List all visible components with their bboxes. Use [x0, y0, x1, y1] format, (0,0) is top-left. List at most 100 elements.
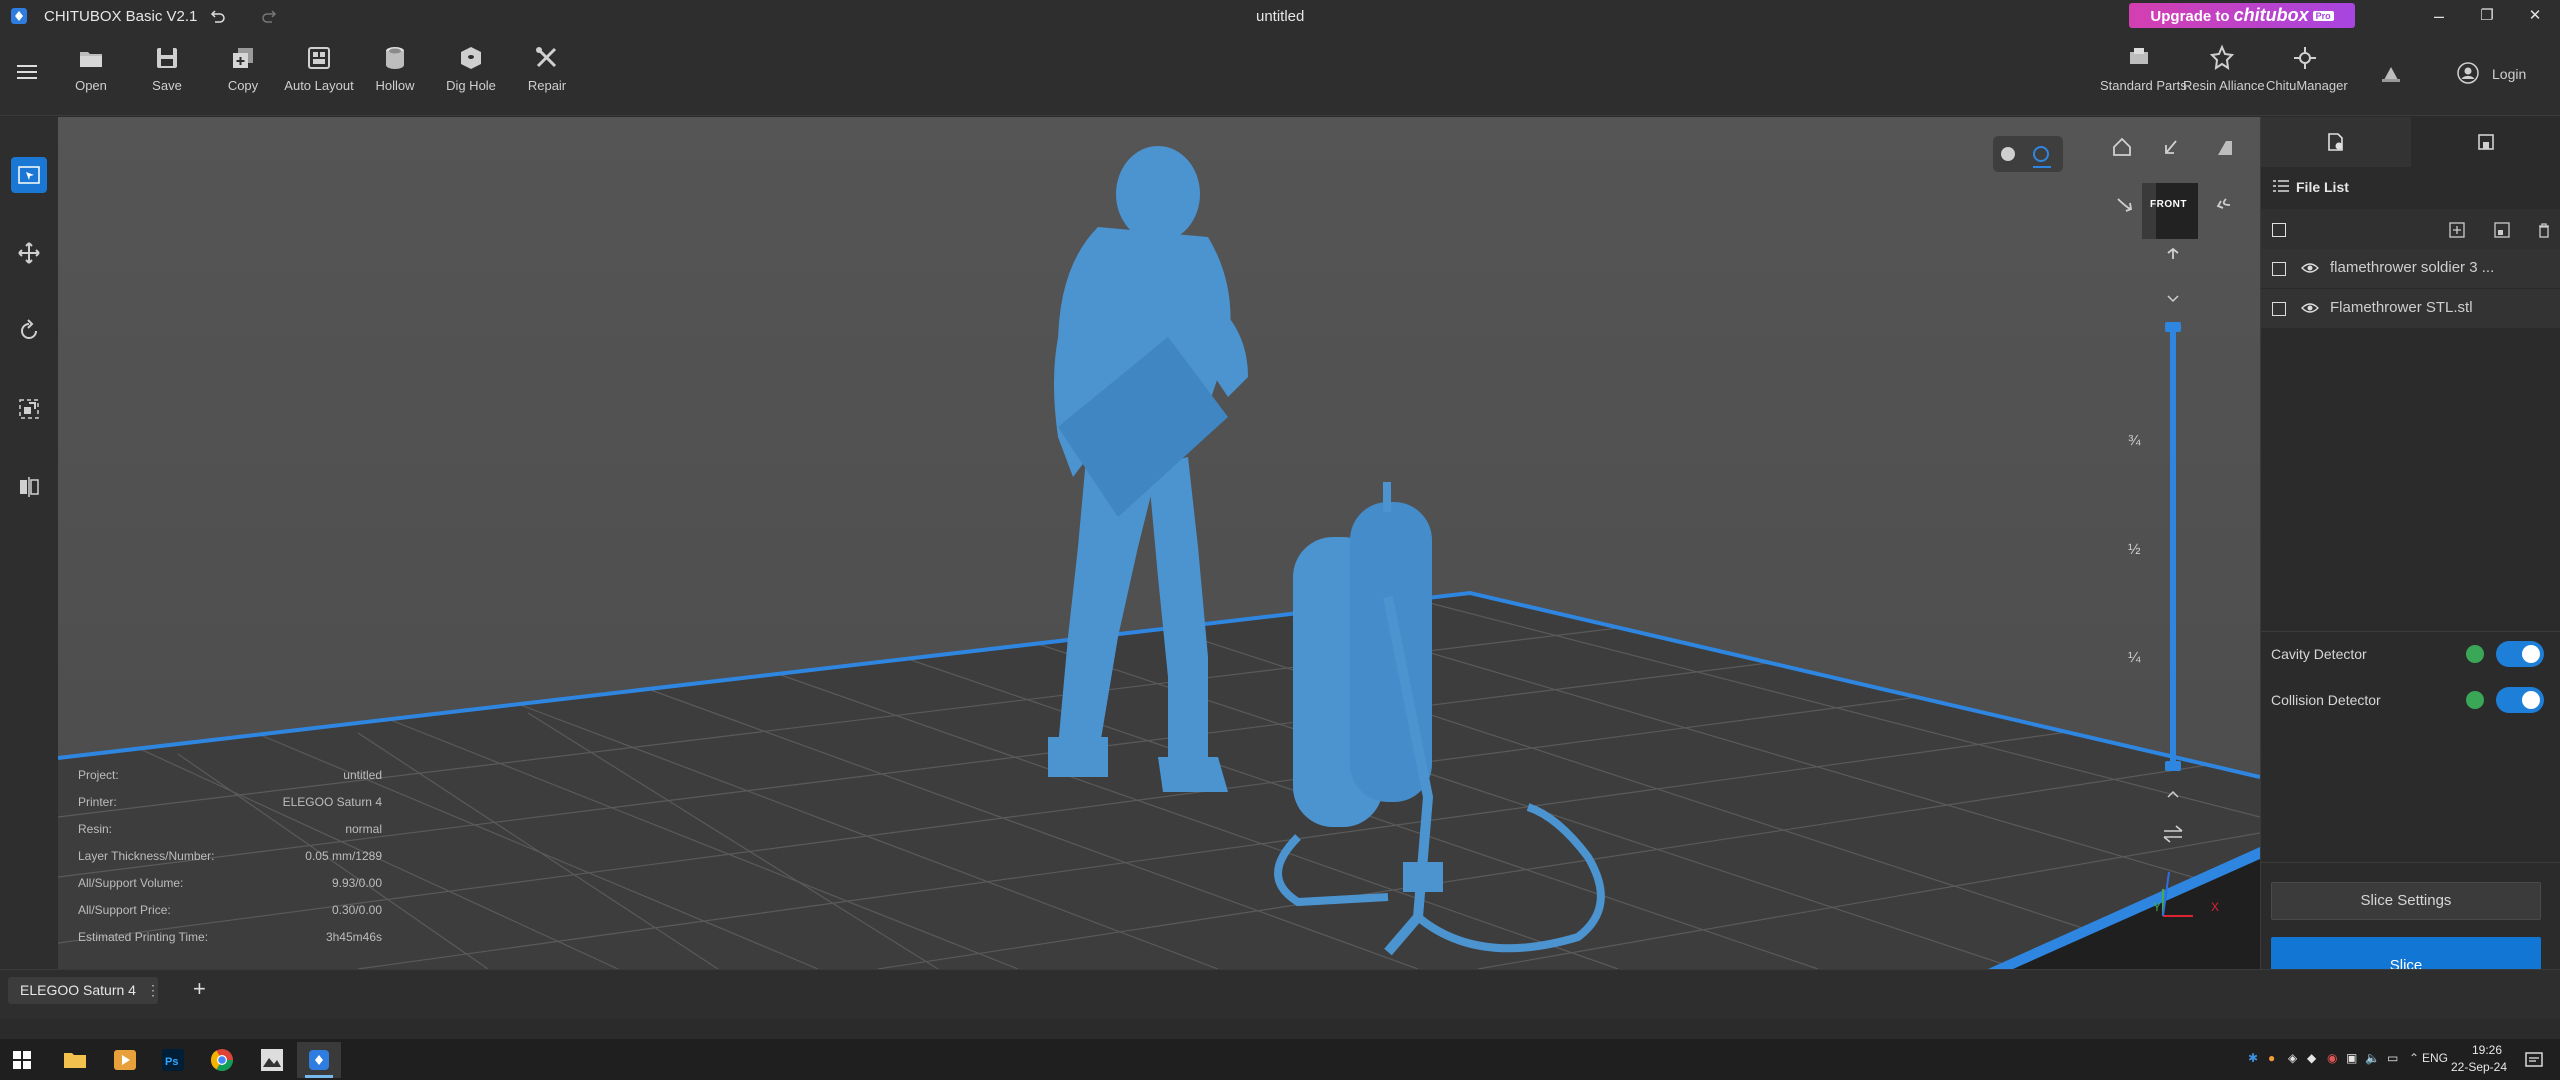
info-row-resin: Resin: normal: [78, 822, 382, 849]
title-bar: CHITUBOX Basic V2.1 untitled Upgrade to c…: [0, 0, 2560, 32]
file-checkbox[interactable]: [2272, 262, 2286, 276]
layer-mark-quarter: ¼: [2128, 649, 2141, 666]
tab-options-icon[interactable]: ⋮: [146, 977, 160, 1004]
eye-icon[interactable]: [2301, 261, 2319, 275]
windows-start-icon[interactable]: [13, 1051, 31, 1069]
tray-chevron-icon[interactable]: ⌃: [2409, 1051, 2419, 1065]
clock-date[interactable]: 22-Sep-24: [2446, 1060, 2512, 1074]
list-icon: [2273, 180, 2289, 192]
dig-hole-button[interactable]: Dig Hole: [433, 44, 509, 93]
info-key: All/Support Volume:: [78, 876, 184, 890]
left-tool-rail: [0, 117, 58, 969]
file-list-title: File List: [2296, 179, 2349, 195]
file-settings-icon: [2328, 133, 2343, 151]
media-player-icon[interactable]: [102, 1042, 146, 1078]
info-value: normal: [345, 822, 382, 836]
upgrade-badge: Pro: [2312, 11, 2334, 21]
tray-app-icon[interactable]: ◆: [2307, 1051, 2316, 1065]
add-file-icon[interactable]: [2449, 222, 2465, 238]
save-button[interactable]: Save: [129, 44, 205, 93]
tray-app-icon[interactable]: ◉: [2327, 1051, 2337, 1065]
printer-tab-bar: ELEGOO Saturn 4 ⋮ +: [0, 969, 2560, 1019]
view-cube-label[interactable]: FRONT: [2150, 199, 2187, 210]
clock-time[interactable]: 19:26: [2462, 1043, 2512, 1057]
minimize-button[interactable]: –: [2416, 0, 2462, 32]
info-value: 3h45m46s: [325, 930, 382, 944]
photoshop-icon[interactable]: Ps: [150, 1042, 194, 1078]
axis-x-label: X: [2211, 900, 2220, 914]
notification-icon[interactable]: [2380, 64, 2402, 84]
mirror-icon: [20, 477, 39, 497]
tray-app-icon[interactable]: ●: [2268, 1051, 2275, 1065]
bluetooth-icon[interactable]: ✱: [2248, 1051, 2258, 1065]
tray-app-icon[interactable]: ▣: [2346, 1051, 2357, 1065]
language-indicator[interactable]: ENG: [2422, 1051, 2448, 1065]
copy-button[interactable]: Copy: [205, 44, 281, 93]
hollow-button[interactable]: Hollow: [357, 44, 433, 93]
select-tool-button[interactable]: [11, 157, 47, 193]
move-icon: [18, 242, 40, 264]
file-checkbox[interactable]: [2272, 302, 2286, 316]
chitu-manager-button[interactable]: ChituManager: [2266, 44, 2348, 93]
maximize-button[interactable]: ❐: [2464, 0, 2510, 32]
user-icon[interactable]: [2457, 62, 2479, 84]
layer-slider-top-handle: [2165, 322, 2181, 332]
cavity-detector-label: Cavity Detector: [2271, 646, 2367, 662]
tray-app-icon[interactable]: ◈: [2288, 1051, 2297, 1065]
open-button[interactable]: Open: [53, 44, 129, 93]
eye-icon[interactable]: [2301, 301, 2319, 315]
undo-icon[interactable]: [209, 8, 225, 24]
info-value: ELEGOO Saturn 4: [282, 795, 382, 809]
repair-button[interactable]: Repair: [509, 44, 585, 93]
tab-file-list[interactable]: [2261, 117, 2411, 167]
login-link[interactable]: Login: [2492, 66, 2526, 82]
info-row-price: All/Support Price: 0.30/0.00: [78, 903, 382, 930]
redo-icon[interactable]: [262, 8, 278, 24]
auto-layout-button[interactable]: Auto Layout: [281, 44, 357, 93]
panel-divider: [2261, 631, 2560, 632]
file-list-item[interactable]: Flamethrower STL.stl: [2261, 289, 2560, 329]
standard-parts-button[interactable]: Standard Parts: [2100, 44, 2187, 93]
info-row-printer: Printer: ELEGOO Saturn 4: [78, 795, 382, 822]
windows-taskbar: Ps ✱ ● ◈ ◆ ◉ ▣ 🔈 ▭ ⌃ ENG 19:26 22-Sep-24: [0, 1039, 2560, 1080]
delete-icon[interactable]: [2536, 222, 2552, 238]
info-row-volume: All/Support Volume: 9.93/0.00: [78, 876, 382, 903]
chrome-icon[interactable]: [200, 1042, 244, 1078]
slice-settings-button[interactable]: Slice Settings: [2271, 882, 2541, 920]
printer-tab[interactable]: ELEGOO Saturn 4 ⋮: [8, 977, 160, 1004]
3d-viewport[interactable]: FRONT ¾ ½ ¼ X Y: [58, 117, 2260, 969]
collision-detector-toggle[interactable]: [2496, 687, 2544, 713]
chitubox-taskbar-icon[interactable]: [297, 1042, 341, 1078]
chitu-manager-label: ChituManager: [2266, 78, 2348, 93]
cavity-detector-toggle[interactable]: [2496, 641, 2544, 667]
resin-alliance-icon: [2209, 44, 2235, 71]
group-icon[interactable]: [2494, 222, 2510, 238]
info-value: 0.05 mm/1289: [305, 849, 382, 863]
status-strip: [0, 1019, 2560, 1039]
tab-printer[interactable]: [2411, 117, 2560, 167]
select-all-checkbox[interactable]: [2272, 223, 2286, 237]
volume-icon[interactable]: 🔈: [2365, 1051, 2380, 1065]
file-name: flamethrower soldier 3 ...: [2330, 259, 2495, 276]
upgrade-button[interactable]: Upgrade to chitubox Pro: [2129, 3, 2355, 28]
file-explorer-icon[interactable]: [52, 1042, 96, 1078]
info-key: Resin:: [78, 822, 113, 836]
notification-center-icon[interactable]: [2525, 1051, 2543, 1069]
network-icon[interactable]: ▭: [2387, 1051, 2398, 1065]
file-list-item[interactable]: flamethrower soldier 3 ...: [2261, 249, 2560, 289]
photos-icon[interactable]: [250, 1042, 294, 1078]
panel-divider: [2261, 862, 2560, 863]
info-key: Layer Thickness/Number:: [78, 849, 215, 863]
dig-hole-label: Dig Hole: [446, 78, 496, 93]
close-button[interactable]: ✕: [2512, 0, 2558, 32]
info-row-time: Estimated Printing Time: 3h45m46s: [78, 930, 382, 957]
build-plate-scene: [58, 136, 2260, 969]
scale-tool-button[interactable]: [11, 391, 47, 427]
menu-icon[interactable]: [17, 63, 37, 81]
app-title: CHITUBOX Basic V2.1: [44, 8, 198, 25]
move-tool-button[interactable]: [11, 235, 47, 271]
resin-alliance-button[interactable]: Resin Alliance: [2183, 44, 2265, 93]
add-printer-tab-button[interactable]: +: [193, 976, 206, 1002]
rotate-tool-button[interactable]: [11, 313, 47, 349]
mirror-tool-button[interactable]: [11, 469, 47, 505]
